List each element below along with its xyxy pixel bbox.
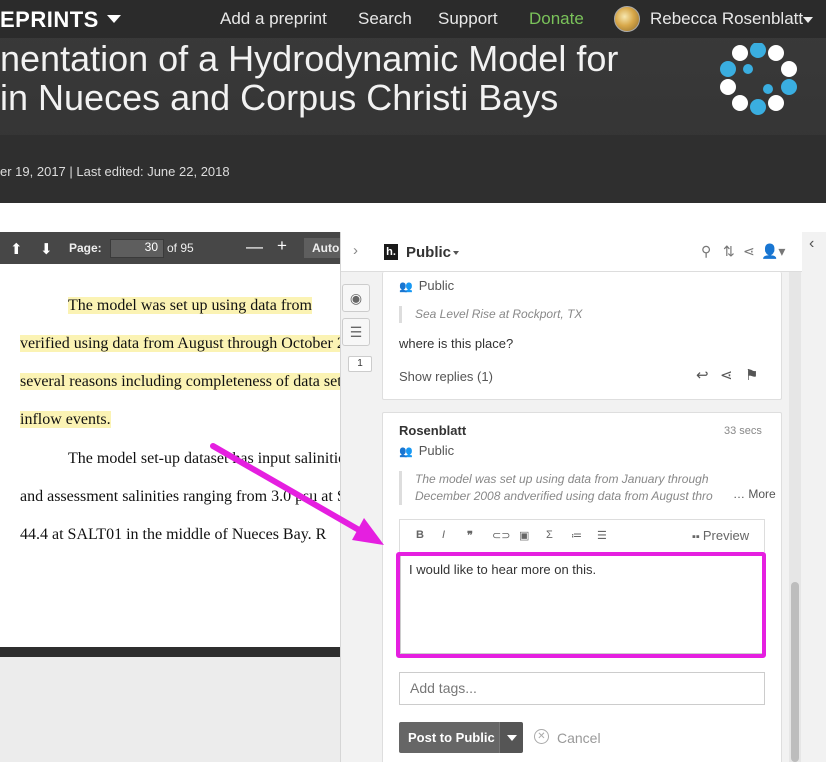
bold-icon[interactable]: B [416,529,424,541]
show-replies-link[interactable]: Show replies (1) [399,369,493,384]
group-caret-icon[interactable] [453,251,459,255]
quote-icon[interactable]: ❞ [467,529,473,542]
annotation-editor-card[interactable]: Rosenblatt 33 secs 👥 Public The model was… [382,412,782,762]
zoom-out-icon[interactable]: — [246,237,263,257]
provider-logo-icon [720,43,797,115]
hypothesis-logo-icon[interactable]: h. [384,244,398,260]
user-caret-icon[interactable] [803,17,813,23]
collapse-sidebar-icon[interactable]: › [353,242,358,259]
group-selector[interactable]: Public [406,244,451,261]
share-icon[interactable]: ⋖ [720,366,733,384]
pdf-page-separator [0,647,374,657]
timestamp[interactable]: 33 secs [724,425,762,437]
scrollbar-thumb[interactable] [791,582,799,762]
group-icon: 👥 [399,281,413,293]
pdf-text-line: 44.4 at SALT01 in the middle of Nueces B… [20,526,327,543]
reply-icon[interactable]: ↩ [696,366,709,384]
italic-icon[interactable]: I [442,529,445,541]
math-icon[interactable]: Σ [546,529,553,541]
author-name[interactable]: Rosenblatt [399,423,466,438]
annotation-quote[interactable]: The model was set up using data from Jan… [399,471,729,505]
cancel-icon[interactable]: ✕ [534,729,549,744]
preprint-header: EPRINTS Add a preprint Search Support Do… [0,0,826,203]
annotation-body: where is this place? [399,336,514,351]
account-icon[interactable]: 👤▾ [761,243,785,260]
pdf-text-line: and assessment salinities ranging from 3… [20,488,358,505]
top-navbar: EPRINTS Add a preprint Search Support Do… [0,0,826,38]
pdf-page-area: The model was set up using data from ver… [0,264,374,762]
visibility-label: 👥 Public [399,443,455,458]
tags-placeholder: Add tags... [410,680,477,696]
preprint-dates: er 19, 2017 | Last edited: June 22, 2018 [0,164,230,179]
annotation-topbar: › h. Public ⚲ ⇅ ⋖ 👤▾ [341,232,802,272]
preprint-title-line-2: in Nueces and Corpus Christi Bays [0,77,559,118]
annotation-card[interactable]: 👥 Public Sea Level Rise at Rockport, TX w… [382,272,782,400]
donate-link[interactable]: Donate [529,9,584,29]
page-number-input[interactable]: 30 [110,239,164,258]
post-options-button[interactable] [499,722,523,753]
tags-input[interactable]: Add tags... [399,672,765,705]
visibility-label: 👥 Public [399,278,455,293]
cancel-button[interactable]: Cancel [557,730,601,746]
link-icon[interactable]: ⊂⊃ [492,529,510,542]
brand-link[interactable]: EPRINTS [0,7,99,33]
support-link[interactable]: Support [438,9,498,29]
pdf-text-line[interactable]: The model was set up using data from [68,297,312,315]
image-icon[interactable]: ▣ [519,529,529,542]
next-page-icon[interactable]: ⬇ [40,240,53,258]
post-button[interactable]: Post to Public [399,722,499,753]
pdf-sheet: The model was set up using data from ver… [0,264,374,649]
sort-icon[interactable]: ⇅ [723,243,735,260]
textarea-highlight-box [396,552,766,658]
page-label: Page: [69,241,102,255]
bulleted-list-icon[interactable]: ☰ [597,529,607,542]
markdown-toolbar: B I ❞ ⊂⊃ ▣ Σ ≔ ☰ ▪▪ Preview [399,519,765,552]
brand-caret-icon[interactable] [107,15,121,23]
annotation-quote[interactable]: Sea Level Rise at Rockport, TX [399,306,582,323]
pdf-toolbar: ⬆ ⬇ Page: 30 of 95 — + Autom [0,232,364,264]
pdf-text-line[interactable]: several reasons including completeness o… [20,373,342,391]
expand-sidebar-icon[interactable]: ‹ [809,235,814,253]
page-count: of 95 [167,241,194,255]
annotation-sidebar: › h. Public ⚲ ⇅ ⋖ 👤▾ ‹ ◉ ☰ 1 👥 Public Sea… [340,232,826,762]
preprint-title-line-1: nentation of a Hydrodynamic Model for [0,38,619,79]
markdown-icon: ▪▪ [692,531,703,543]
pdf-text-line[interactable]: verified using data from August through … [20,335,353,353]
share-icon[interactable]: ⋖ [743,243,755,260]
add-preprint-link[interactable]: Add a preprint [220,9,327,29]
user-menu[interactable]: Rebecca Rosenblatt [650,9,803,29]
note-icon[interactable]: ☰ [342,318,370,346]
quote-line: The model was set up using data from Jan… [415,472,709,486]
more-link[interactable]: … More [733,487,776,501]
pdf-text-line[interactable]: inflow events. [20,411,111,429]
eye-icon[interactable]: ◉ [342,284,370,312]
numbered-list-icon[interactable]: ≔ [571,529,582,542]
previous-page-icon[interactable]: ⬆ [10,240,23,258]
quote-line: December 2008 andverified using data fro… [415,489,713,503]
pdf-text-line: The model set-up dataset has input salin… [68,450,352,467]
zoom-in-icon[interactable]: + [277,236,287,256]
flag-icon[interactable]: ⚑ [745,366,758,384]
user-avatar[interactable] [614,6,640,32]
search-link[interactable]: Search [358,9,412,29]
caret-down-icon [507,735,517,741]
annotation-count-badge[interactable]: 1 [348,356,372,372]
group-icon: 👥 [399,446,413,458]
search-icon[interactable]: ⚲ [701,243,711,260]
preview-button[interactable]: ▪▪ Preview [692,528,749,543]
